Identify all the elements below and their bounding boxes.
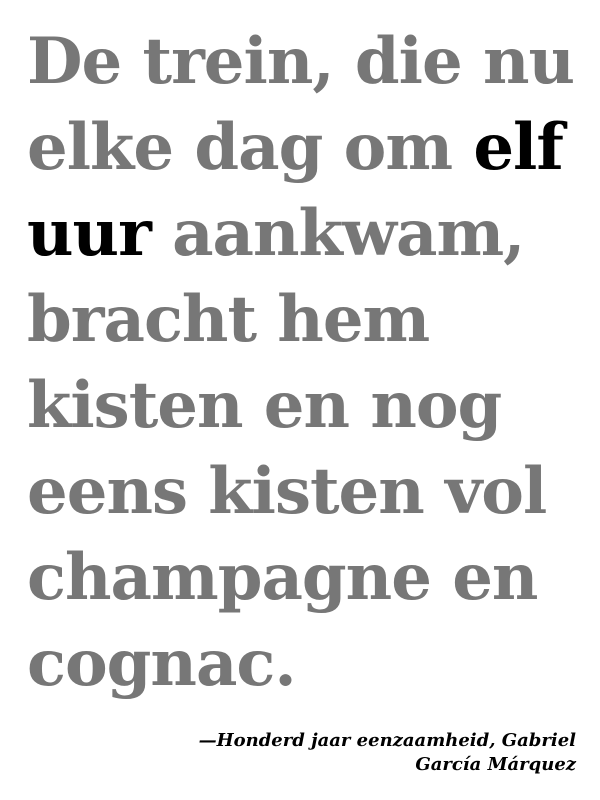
quote-line: uur aankwam, <box>27 191 587 277</box>
quote-line: elke dag om elf <box>27 105 587 191</box>
quote-line: kisten en nog <box>27 368 502 443</box>
page: De trein, die nu elke dag om elf uur aan… <box>0 0 600 800</box>
attribution-line: —Honderd jaar eenzaamheid, Gabriel <box>198 730 576 751</box>
highlighted-word: elf <box>473 110 564 185</box>
quote-text: De trein, die nu elke dag om elf uur aan… <box>27 19 587 707</box>
attribution-line: García Márquez <box>415 754 576 775</box>
quote-fragment: aankwam, <box>150 196 525 271</box>
quote-line: eens kisten vol <box>27 454 547 529</box>
quote-fragment: elke dag om <box>27 110 474 185</box>
attribution: —Honderd jaar eenzaamheid, Gabriel Garcí… <box>156 729 576 777</box>
quote-line: cognac. <box>27 626 297 701</box>
quote-line: champagne en <box>27 540 538 615</box>
quote-line: bracht hem <box>27 282 430 357</box>
highlighted-word: uur <box>27 196 152 271</box>
quote-line: De trein, die nu <box>27 24 575 99</box>
